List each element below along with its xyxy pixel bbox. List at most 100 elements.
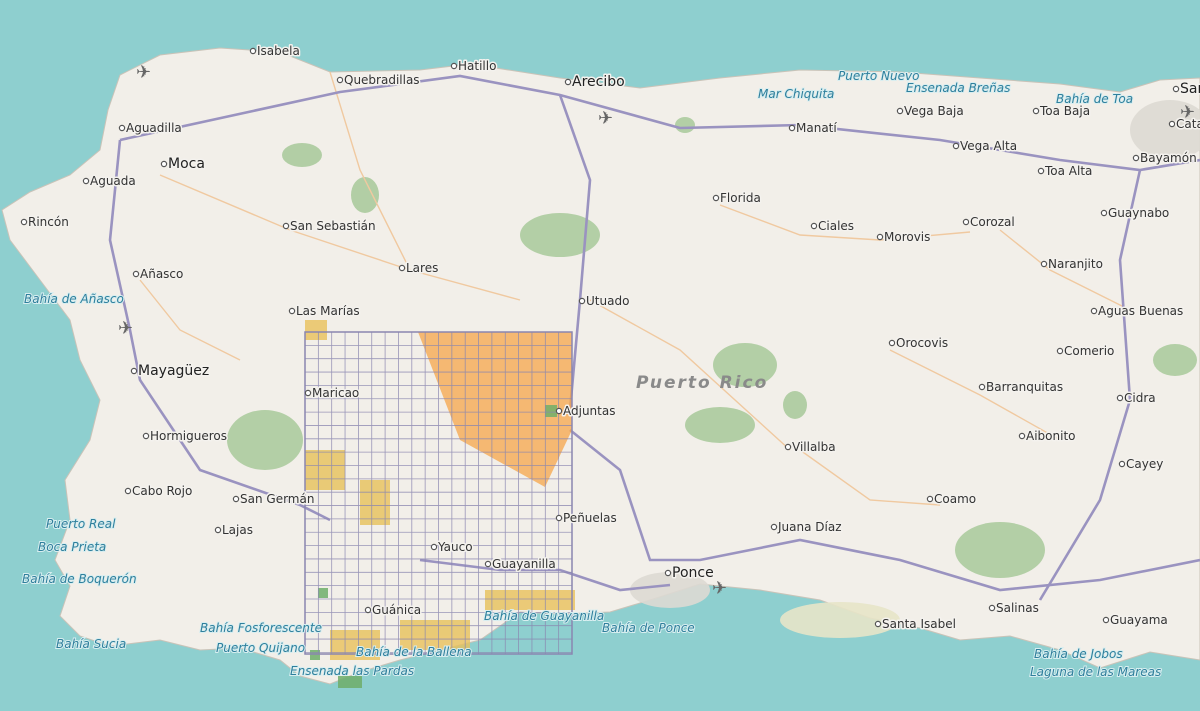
city-marker xyxy=(788,124,796,132)
city-marker xyxy=(712,194,720,202)
city-label[interactable]: Orocovis xyxy=(895,335,950,352)
city-marker xyxy=(962,218,970,226)
water-label: Boca Prieta xyxy=(38,540,106,554)
water-label: Puerto Real xyxy=(46,517,116,531)
city-label[interactable]: Corozal xyxy=(969,214,1017,231)
city-marker xyxy=(1118,460,1126,468)
city-marker xyxy=(484,560,492,568)
water-label: Mar Chiquita xyxy=(758,87,834,101)
city-label[interactable]: Maricao xyxy=(311,385,361,402)
map-canvas[interactable]: ✈ ✈ ✈ ✈ ✈ Puerto Rico IsabelaQuebradilla… xyxy=(0,0,1200,711)
airport-icon: ✈ xyxy=(598,108,613,129)
city-label[interactable]: Naranjito xyxy=(1047,256,1105,273)
city-label[interactable]: Barranquitas xyxy=(985,379,1065,396)
city-label[interactable]: Aguada xyxy=(89,173,138,190)
city-marker xyxy=(664,569,672,577)
city-marker xyxy=(160,160,168,168)
city-marker xyxy=(770,523,778,531)
city-label[interactable]: Toa Baja xyxy=(1038,103,1092,120)
city-label[interactable]: Guánica xyxy=(371,602,423,619)
city-marker xyxy=(926,495,934,503)
city-label[interactable]: Adjuntas xyxy=(562,403,617,420)
city-marker xyxy=(304,389,312,397)
city-label[interactable]: Arecibo xyxy=(571,73,627,92)
city-label[interactable]: San xyxy=(1179,80,1200,99)
city-marker xyxy=(249,47,257,55)
water-label: Bahía de Añasco xyxy=(24,292,124,306)
city-label[interactable]: Cidra xyxy=(1123,390,1158,407)
city-marker xyxy=(430,543,438,551)
city-label[interactable]: Mayagüez xyxy=(137,362,211,381)
city-marker xyxy=(142,432,150,440)
city-label[interactable]: Bayamón xyxy=(1139,150,1199,167)
city-label[interactable]: Aguas Buenas xyxy=(1097,303,1185,320)
city-label[interactable]: Vega Baja xyxy=(903,103,966,120)
city-label[interactable]: Guaynabo xyxy=(1107,205,1171,222)
city-label[interactable]: Aibonito xyxy=(1025,428,1078,445)
water-label: Bahía de Toa xyxy=(1056,92,1133,106)
city-marker xyxy=(232,495,240,503)
city-marker xyxy=(336,76,344,84)
city-marker xyxy=(784,443,792,451)
city-label[interactable]: Aguadilla xyxy=(125,120,184,137)
water-label: Puerto Quijano xyxy=(216,641,305,655)
city-label[interactable]: Cabo Rojo xyxy=(131,483,194,500)
city-marker xyxy=(124,487,132,495)
city-label[interactable]: San Germán xyxy=(239,491,316,508)
city-marker xyxy=(130,367,138,375)
city-label[interactable]: Toa Alta xyxy=(1043,163,1094,180)
airport-icon: ✈ xyxy=(136,62,151,83)
water-label: Laguna de las Mareas xyxy=(1030,665,1161,679)
tile-grid xyxy=(304,331,573,654)
city-label[interactable]: Coamo xyxy=(933,491,978,508)
city-marker xyxy=(214,526,222,534)
city-label[interactable]: Yauco xyxy=(436,539,475,556)
airport-icon: ✈ xyxy=(712,578,727,599)
city-label[interactable]: Vega Alta xyxy=(959,138,1019,155)
city-marker xyxy=(1168,120,1176,128)
city-label[interactable]: Peñuelas xyxy=(562,510,619,527)
city-marker xyxy=(364,606,372,614)
city-label[interactable]: Villalba xyxy=(791,439,838,456)
city-label[interactable]: Isabela xyxy=(256,43,302,60)
city-marker xyxy=(450,62,458,70)
city-marker xyxy=(282,222,290,230)
city-marker xyxy=(952,142,960,150)
city-label[interactable]: Ponce xyxy=(671,564,716,583)
city-label[interactable]: Lares xyxy=(405,260,440,277)
city-label[interactable]: Añasco xyxy=(139,266,185,283)
city-label[interactable]: Rincón xyxy=(27,214,71,231)
city-label[interactable]: Lajas xyxy=(221,522,255,539)
city-marker xyxy=(1056,347,1064,355)
city-label[interactable]: Las Marías xyxy=(295,303,362,320)
city-label[interactable]: Comerio xyxy=(1063,343,1116,360)
city-label[interactable]: Moca xyxy=(167,155,207,174)
city-label[interactable]: Salinas xyxy=(995,600,1041,617)
city-marker xyxy=(555,407,563,415)
water-label: Ensenada las Pardas xyxy=(290,664,414,678)
city-label[interactable]: Cata xyxy=(1175,116,1200,133)
city-label[interactable]: Guayama xyxy=(1109,612,1170,629)
city-label[interactable]: Florida xyxy=(719,190,763,207)
city-marker xyxy=(1032,107,1040,115)
city-marker xyxy=(896,107,904,115)
city-marker xyxy=(578,297,586,305)
city-label[interactable]: Guayanilla xyxy=(491,556,558,573)
city-label[interactable]: Quebradillas xyxy=(343,72,422,89)
city-label[interactable]: Juana Díaz xyxy=(776,519,844,536)
city-label[interactable]: Hormigueros xyxy=(149,428,229,445)
water-label: Bahía Fosforescente xyxy=(200,621,322,635)
city-marker xyxy=(1132,154,1140,162)
city-marker xyxy=(1102,616,1110,624)
city-label[interactable]: San Sebastián xyxy=(289,218,378,235)
city-label[interactable]: Utuado xyxy=(585,293,631,310)
city-label[interactable]: Manatí xyxy=(795,120,839,137)
city-label[interactable]: Cayey xyxy=(1125,456,1165,473)
city-label[interactable]: Hatillo xyxy=(457,58,498,75)
water-label: Bahía de Boquerón xyxy=(22,572,137,586)
city-marker xyxy=(1040,260,1048,268)
city-label[interactable]: Morovis xyxy=(883,229,932,246)
city-label[interactable]: Santa Isabel xyxy=(881,616,958,633)
city-marker xyxy=(1018,432,1026,440)
city-label[interactable]: Ciales xyxy=(817,218,856,235)
